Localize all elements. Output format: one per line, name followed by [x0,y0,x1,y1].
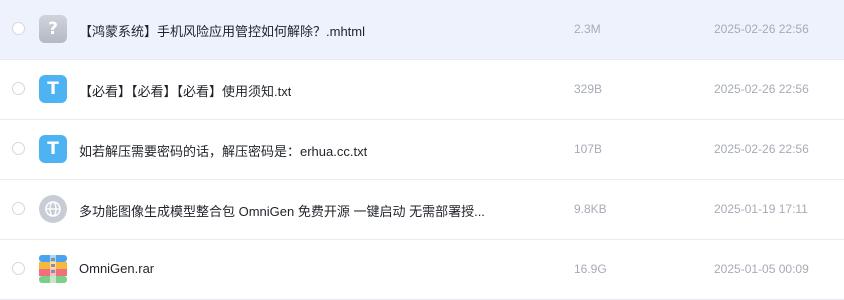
file-name[interactable]: 多功能图像生成模型整合包 OmniGen 免费开源 一键启动 无需部署授... [79,201,485,220]
file-date: 2025-02-26 22:56 [714,22,809,36]
file-size: 2.3M [574,22,601,36]
file-row[interactable]: ? 【鸿蒙系统】手机风险应用管控如何解除？.mhtml 2.3M 2025-02… [0,0,844,60]
file-date: 2025-02-26 22:56 [714,142,809,156]
web-link-icon [39,195,67,223]
file-list: ? 【鸿蒙系统】手机风险应用管控如何解除？.mhtml 2.3M 2025-02… [0,0,844,300]
text-file-icon: T [39,135,67,163]
file-size: 16.9G [574,262,607,276]
file-row[interactable]: 多功能图像生成模型整合包 OmniGen 免费开源 一键启动 无需部署授... … [0,180,844,240]
file-name[interactable]: 如若解压需要密码的话，解压密码是：erhua.cc.txt [79,141,367,160]
file-date: 2025-02-26 22:56 [714,82,809,96]
file-date: 2025-01-05 00:09 [714,262,809,276]
zip-icon [39,255,67,283]
file-size: 107B [574,142,603,156]
file-size: 9.8KB [574,202,607,216]
file-date: 2025-01-19 17:11 [714,202,808,216]
file-row[interactable]: T 如若解压需要密码的话，解压密码是：erhua.cc.txt 107B 202… [0,120,844,180]
globe-icon [45,201,61,217]
archive-file-icon [39,255,67,283]
row-checkbox[interactable] [12,22,25,35]
row-checkbox[interactable] [12,142,25,155]
file-row[interactable]: OmniGen.rar 16.9G 2025-01-05 00:09 [0,240,844,300]
file-name[interactable]: 【必看】【必看】【必看】使用须知.txt [79,81,291,100]
file-row[interactable]: T 【必看】【必看】【必看】使用须知.txt 329B 2025-02-26 2… [0,60,844,120]
file-name[interactable]: 【鸿蒙系统】手机风险应用管控如何解除？.mhtml [79,21,365,40]
file-name[interactable]: OmniGen.rar [79,261,154,276]
row-checkbox[interactable] [12,202,25,215]
row-checkbox[interactable] [12,262,25,275]
text-file-icon: T [39,75,67,103]
row-checkbox[interactable] [12,82,25,95]
file-size: 329B [574,82,603,96]
unknown-file-icon: ? [39,15,67,43]
